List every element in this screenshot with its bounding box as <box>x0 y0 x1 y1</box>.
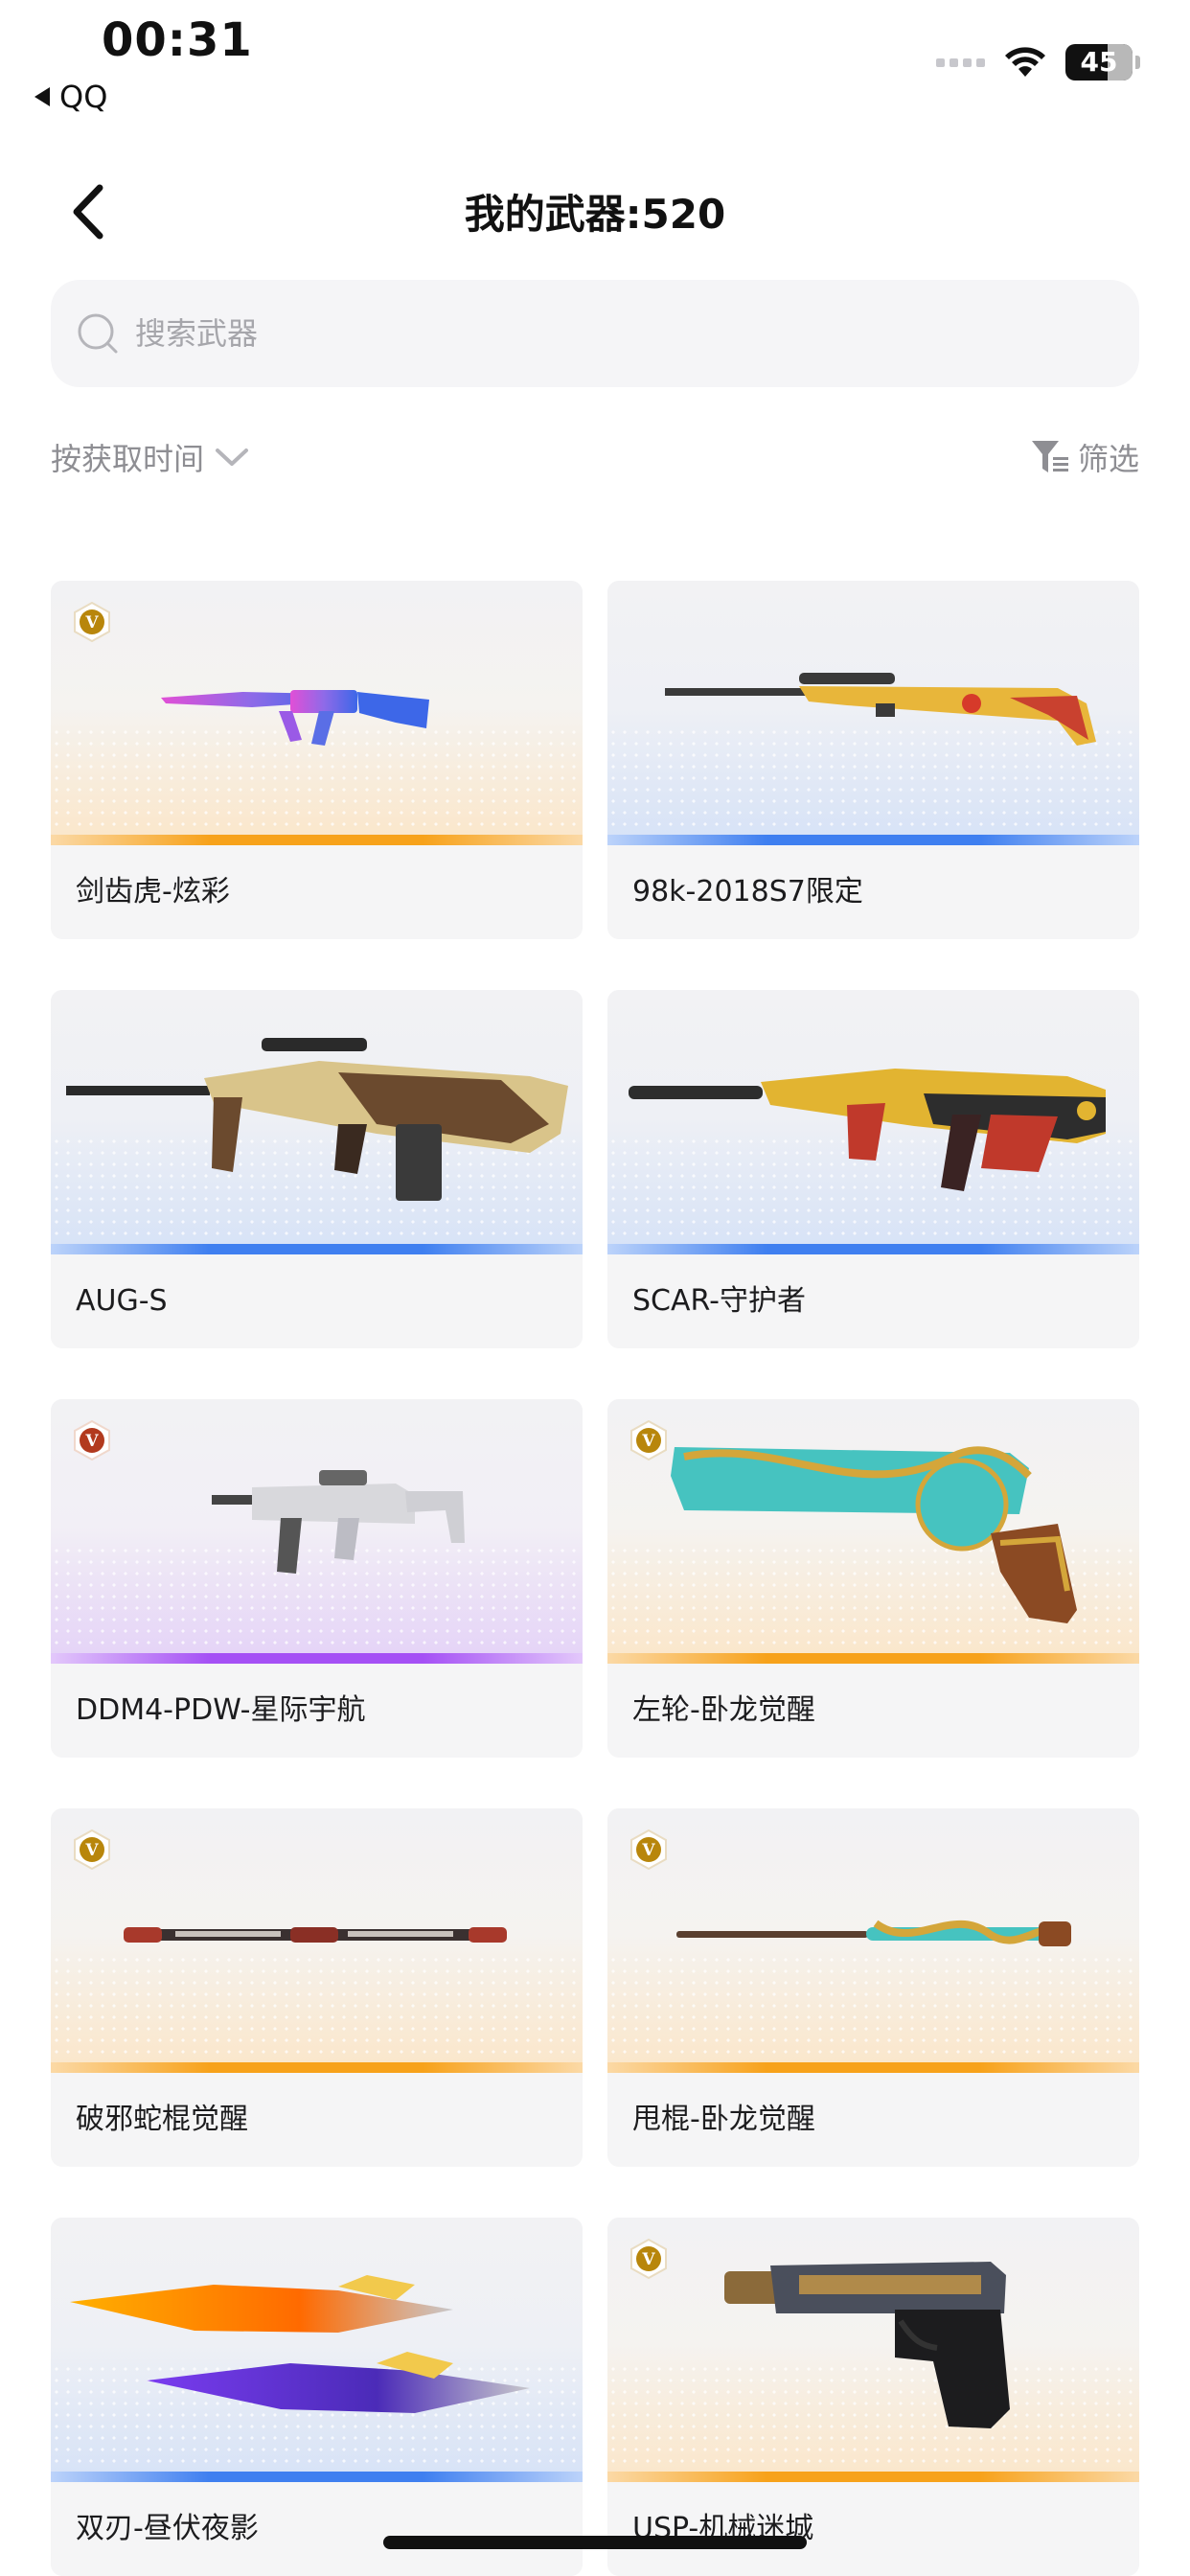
weapon-card[interactable]: V DDM4-PDW-星际宇航 <box>51 1399 583 1758</box>
dual-blades-image <box>70 2275 530 2413</box>
weapon-name: DDM4-PDW-星际宇航 <box>76 1693 366 1727</box>
v-badge-icon: V <box>74 1829 110 1870</box>
weapon-preview <box>607 990 1139 1254</box>
filter-button[interactable]: 筛选 <box>1030 435 1139 479</box>
weapon-name: 左轮-卧龙觉醒 <box>632 1693 815 1727</box>
search-icon <box>78 313 118 354</box>
v-badge-icon: V <box>74 1420 110 1460</box>
weapon-preview: V <box>51 581 583 845</box>
weapon-preview: V <box>607 1808 1139 2073</box>
weapon-card[interactable]: V 甩棍-卧龙觉醒 <box>607 1808 1139 2167</box>
svg-text:V: V <box>84 1841 99 1860</box>
pistol-image <box>724 2262 1010 2428</box>
weapon-card[interactable]: AUG-S <box>51 990 583 1348</box>
weapon-preview: V <box>607 1399 1139 1664</box>
rarity-bar <box>51 835 583 845</box>
v-badge-icon: V <box>630 1829 667 1870</box>
weapon-preview: V <box>51 1808 583 2073</box>
rifle-image <box>161 690 429 746</box>
weapon-name: 双刃-昼伏夜影 <box>76 2512 259 2545</box>
weapon-preview <box>51 990 583 1254</box>
rifle-image <box>629 1069 1106 1191</box>
sniper-rifle-image <box>665 673 1096 746</box>
weapon-card[interactable]: V 左轮-卧龙觉醒 <box>607 1399 1139 1758</box>
cellular-signal-icon <box>936 58 985 67</box>
revolver-image <box>671 1446 1077 1623</box>
back-to-app[interactable]: QQ <box>34 79 107 115</box>
status-indicators: 45 <box>936 44 1140 80</box>
weapon-name: 破邪蛇棍觉醒 <box>76 2103 248 2136</box>
v-badge-icon: V <box>630 1420 667 1460</box>
weapon-card[interactable]: 双刃-昼伏夜影 <box>51 2218 583 2576</box>
rarity-bar <box>51 1244 583 1254</box>
rarity-bar <box>51 1653 583 1664</box>
baton-image <box>676 1920 1071 1946</box>
back-app-label: QQ <box>59 79 108 115</box>
home-indicator[interactable] <box>383 2536 807 2549</box>
wifi-icon <box>1005 47 1045 77</box>
battery-icon: 45 <box>1065 44 1140 80</box>
weapon-name: AUG-S <box>76 1284 168 1318</box>
rarity-bar <box>51 2472 583 2482</box>
v-badge-icon: V <box>630 2239 667 2279</box>
back-triangle-icon <box>34 87 50 106</box>
weapon-card[interactable]: V 破邪蛇棍觉醒 <box>51 1808 583 2167</box>
svg-text:V: V <box>641 1841 655 1860</box>
weapon-name: USP-机械迷城 <box>632 2512 814 2545</box>
page-title: 我的武器:520 <box>464 191 726 238</box>
svg-text:V: V <box>84 1432 99 1451</box>
filter-label: 筛选 <box>1077 441 1139 477</box>
weapons-page: 00:31 QQ 45 我的武器:520 按 <box>0 0 1190 2576</box>
weapon-preview <box>51 2218 583 2482</box>
weapon-name: 剑齿虎-炫彩 <box>76 875 230 908</box>
svg-text:V: V <box>641 1432 655 1451</box>
rarity-bar <box>607 1244 1139 1254</box>
v-badge-icon: V <box>74 602 110 642</box>
weapon-card[interactable]: SCAR-守护者 <box>607 990 1139 1348</box>
rarity-bar <box>607 1653 1139 1664</box>
battery-level: 45 <box>1080 46 1118 78</box>
weapon-card[interactable]: V USP-机械迷城 <box>607 2218 1139 2576</box>
rifle-image <box>66 1038 568 1201</box>
sort-dropdown[interactable]: 按获取时间 <box>51 435 250 479</box>
weapon-card[interactable]: V 剑齿虎-炫彩 <box>51 581 583 939</box>
chevron-down-icon <box>216 448 249 466</box>
weapon-preview: V <box>51 1399 583 1664</box>
weapon-preview: V <box>607 2218 1139 2482</box>
rarity-bar <box>607 2472 1139 2482</box>
weapon-name: 甩棍-卧龙觉醒 <box>632 2103 815 2136</box>
filter-icon <box>1031 441 1068 472</box>
weapon-grid: V 剑齿虎-炫彩 98k-2018S7限定 AUG-S SCAR-守护者 V D… <box>51 581 1139 2576</box>
sort-label: 按获取时间 <box>51 441 205 477</box>
weapon-name: SCAR-守护者 <box>632 1284 806 1318</box>
search-input[interactable] <box>133 314 999 353</box>
weapon-name: 98k-2018S7限定 <box>632 875 863 908</box>
weapon-preview <box>607 581 1139 845</box>
staff-image <box>124 1927 507 1943</box>
rarity-bar <box>607 2062 1139 2073</box>
status-time: 00:31 <box>102 13 253 67</box>
svg-text:V: V <box>641 2250 655 2269</box>
rarity-bar <box>51 2062 583 2073</box>
smg-image <box>212 1470 465 1574</box>
svg-text:V: V <box>84 613 99 632</box>
rarity-bar <box>607 835 1139 845</box>
weapon-card[interactable]: 98k-2018S7限定 <box>607 581 1139 939</box>
search-bar[interactable] <box>51 280 1139 387</box>
